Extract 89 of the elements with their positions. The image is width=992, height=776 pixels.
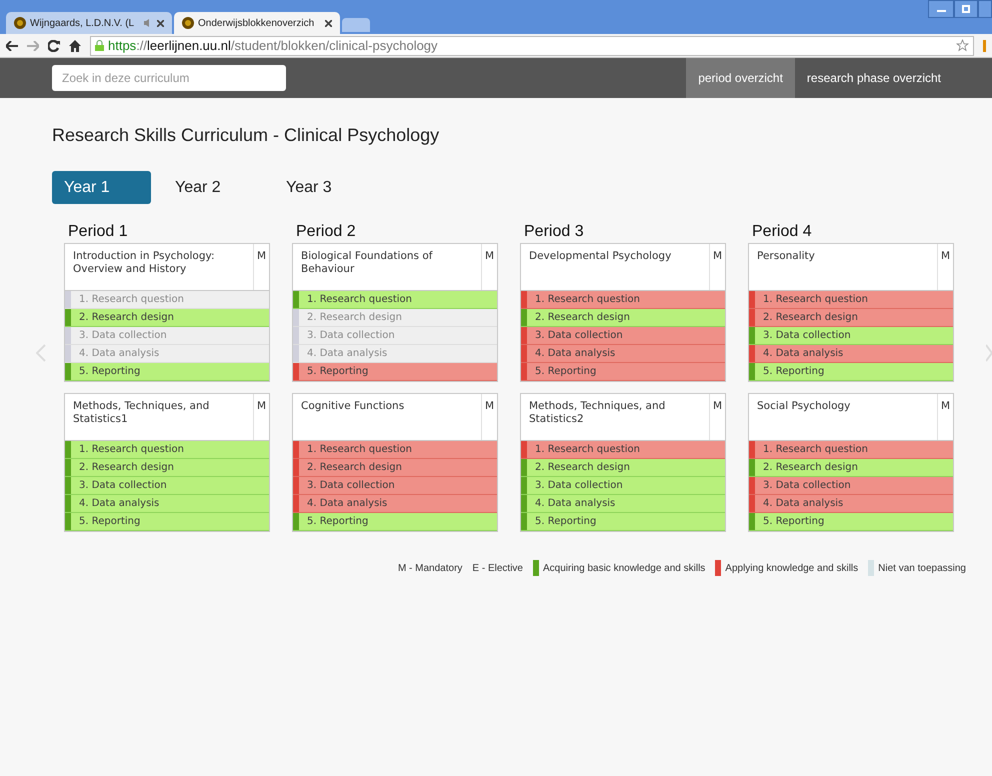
phase-label: 1. Research question	[534, 443, 640, 457]
phase-label: 4. Data analysis	[762, 497, 844, 511]
phase-label: 2. Research design	[306, 311, 402, 325]
back-icon[interactable]	[6, 40, 18, 50]
phase-label: 4. Data analysis	[306, 497, 388, 511]
url-text: https://leerlijnen.uu.nl/student/blokken/clinical-psychology	[108, 36, 438, 55]
phase-label: 3. Data collection	[534, 329, 623, 343]
phase-label: 3. Data collection	[306, 329, 395, 343]
phase-label: 2. Research design	[78, 311, 174, 325]
phase-label: 3. Data collection	[78, 479, 167, 493]
course-type: M	[481, 394, 497, 440]
close-icon[interactable]	[157, 20, 164, 26]
course-type: M	[481, 244, 497, 290]
phase-label: 2. Research design	[306, 461, 402, 475]
phase-label: 2. Research design	[762, 311, 858, 325]
browser-tab[interactable]: Onderwijsblokkenoverzich	[174, 12, 340, 34]
restore-icon[interactable]	[954, 0, 978, 18]
course-title: Personality	[756, 249, 816, 264]
course-title: Methods, Techniques, and Statistics1	[72, 399, 210, 427]
tab-title: Onderwijsblokkenoverzich	[198, 16, 316, 30]
phase-label: 3. Data collection	[306, 479, 395, 493]
phase-label: 1. Research question	[78, 443, 184, 457]
lock-icon	[95, 40, 104, 51]
phase-label: 5. Reporting	[306, 515, 368, 529]
year-tab[interactable]: Year 2	[163, 171, 262, 204]
close-icon[interactable]	[325, 20, 332, 26]
phase-label: 5. Reporting	[534, 365, 596, 379]
minimize-icon[interactable]	[928, 0, 954, 18]
phase-label: 1. Research question	[762, 443, 868, 457]
phase-label: 5. Reporting	[762, 515, 824, 529]
phase-label: 5. Reporting	[78, 365, 140, 379]
phase-label: 4. Data analysis	[762, 347, 844, 361]
star-icon[interactable]	[956, 39, 969, 52]
legend-label: Niet van toepassing	[878, 562, 966, 576]
phase-label: 4. Data analysis	[306, 347, 388, 361]
period-heading: Period 4	[751, 222, 813, 242]
phase-label: 3. Data collection	[534, 479, 623, 493]
phase-label: 1. Research question	[78, 293, 184, 307]
favicon-icon	[182, 17, 194, 29]
nav-link[interactable]: research phase overzicht	[794, 58, 953, 98]
course-title: Social Psychology	[756, 399, 852, 414]
year-tab[interactable]: Year 3	[274, 171, 373, 204]
favicon-icon	[14, 17, 26, 29]
period-heading: Period 3	[523, 222, 585, 242]
phase-label: 1. Research question	[534, 293, 640, 307]
phase-label: 2. Research design	[78, 461, 174, 475]
phase-label: 4. Data analysis	[78, 497, 160, 511]
course-type: M	[937, 244, 953, 290]
home-icon[interactable]	[69, 40, 81, 52]
phase-label: 4. Data analysis	[534, 497, 616, 511]
course-type: M	[253, 394, 269, 440]
legend-label: E - Elective	[472, 562, 523, 576]
address-bar[interactable]: https://leerlijnen.uu.nl/student/blokken/clinical-psychology	[90, 36, 974, 56]
course-title: Cognitive Functions	[300, 399, 406, 414]
legend-label: M - Mandatory	[398, 562, 462, 576]
phase-label: 1. Research question	[762, 293, 868, 307]
year-tab[interactable]: Year 1	[52, 171, 151, 204]
course-type: M	[709, 394, 725, 440]
phase-label: 5. Reporting	[762, 365, 824, 379]
phase-label: 1. Research question	[306, 443, 412, 457]
phase-label: 2. Research design	[534, 461, 630, 475]
phase-label: 3. Data collection	[762, 479, 851, 493]
phase-label: 5. Reporting	[78, 515, 140, 529]
course-title: Methods, Techniques, and Statistics2	[528, 399, 666, 427]
page-title: Research Skills Curriculum - Clinical Psychology	[52, 124, 440, 147]
phase-label: 2. Research design	[534, 311, 630, 325]
phase-label: 1. Research question	[306, 293, 412, 307]
phase-label: 4. Data analysis	[534, 347, 616, 361]
phase-label: 3. Data collection	[78, 329, 167, 343]
course-title: Biological Foundations of Behaviour	[300, 249, 434, 277]
course-title: Developmental Psychology	[528, 249, 672, 264]
phase-label: 5. Reporting	[306, 365, 368, 379]
course-type: M	[937, 394, 953, 440]
course-type: M	[253, 244, 269, 290]
search-field[interactable]: Zoek in deze curriculum	[52, 65, 286, 91]
phase-label: 2. Research design	[762, 461, 858, 475]
legend-label: Applying knowledge and skills	[725, 562, 858, 576]
tab-title: Wijngaards, L.D.N.V. (L	[30, 16, 136, 30]
nav-link[interactable]: period overzicht	[686, 58, 795, 98]
period-heading: Period 1	[67, 222, 129, 242]
course-type: M	[709, 244, 725, 290]
phase-label: 5. Reporting	[534, 515, 596, 529]
browser-tab[interactable]: Wijngaards, L.D.N.V. (L	[6, 12, 172, 34]
reload-icon[interactable]	[48, 40, 60, 52]
phase-label: 4. Data analysis	[78, 347, 160, 361]
period-heading: Period 2	[295, 222, 357, 242]
course-title: Introduction in Psychology: Overview and History	[72, 249, 216, 277]
legend-label: Acquiring basic knowledge and skills	[542, 562, 706, 576]
phase-label: 3. Data collection	[762, 329, 851, 343]
